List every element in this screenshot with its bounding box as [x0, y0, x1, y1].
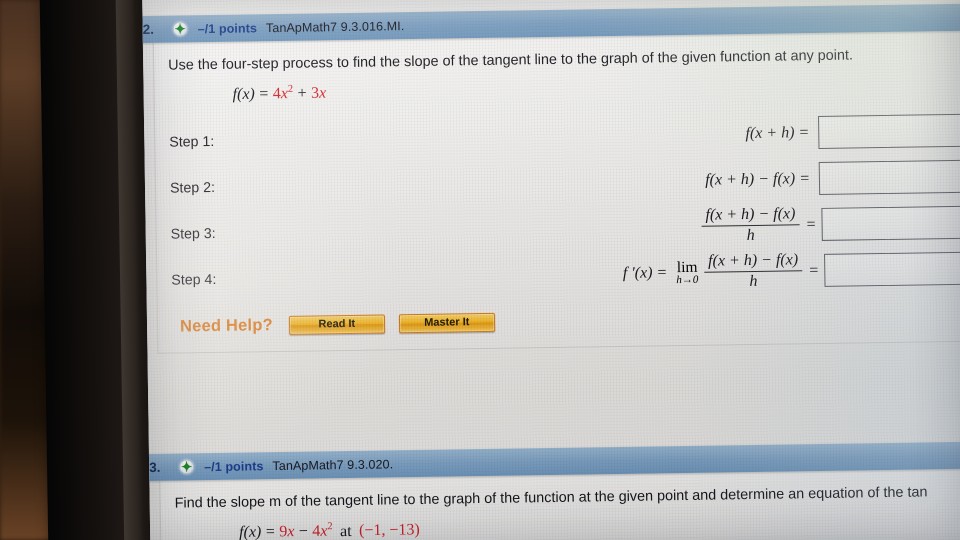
points-label-3: –/1 points	[204, 458, 264, 474]
four-step-process: Step 1: f(x + h) = Step 2: f(x + h) − f(…	[155, 107, 960, 303]
answer-input-step-4[interactable]	[824, 251, 960, 288]
variable-2: x	[318, 84, 327, 103]
equals-sign-4: =	[809, 261, 819, 279]
limit-subscript: h→0	[676, 273, 699, 287]
plus-circle-icon[interactable]: ✦	[172, 20, 188, 38]
monitor-screen: 2. ✦ –/1 points TanApMath7 9.3.016.MI. U…	[142, 0, 960, 540]
master-it-button[interactable]: Master It	[398, 312, 495, 333]
step-expression-2: f(x + h) − f(x) =	[256, 159, 960, 204]
photograph-of-monitor: 2. ✦ –/1 points TanApMath7 9.3.016.MI. U…	[0, 0, 960, 540]
step-expression-4: f '(x) = lim h→0 f(x + h) − f(x) h =	[257, 249, 960, 299]
exponent-1: 2	[287, 84, 294, 96]
derivative-notation: f '(x) =	[622, 263, 668, 282]
plus-glyph: ✦	[174, 20, 186, 38]
fraction-numerator-3: f(x + h) − f(x)	[705, 205, 796, 224]
answer-input-step-2[interactable]	[818, 159, 960, 196]
answer-input-step-3[interactable]	[821, 205, 960, 242]
step-label-2: Step 2:	[169, 179, 216, 197]
step-label-1: Step 1:	[169, 133, 215, 151]
difference-quotient-3: f(x + h) − f(x) h	[701, 205, 800, 246]
question-number-2: 2.	[142, 21, 155, 37]
step-1-formula: f(x + h) =	[745, 123, 810, 142]
difference-quotient-4: f(x + h) − f(x) h	[704, 251, 803, 292]
equals-sign: =	[265, 523, 275, 540]
step-expression-3: f(x + h) − f(x) h =	[256, 203, 960, 253]
question-block-2: 2. ✦ –/1 points TanApMath7 9.3.016.MI. U…	[142, 3, 960, 354]
step-2-formula: f(x + h) − f(x) =	[705, 169, 811, 189]
question-body-3: Find the slope m of the tangent line to …	[159, 468, 960, 540]
limit-operator: lim h→0	[676, 259, 698, 286]
equals-sign-3: =	[806, 215, 816, 233]
operator-minus: −	[298, 523, 308, 540]
at-word: at	[339, 522, 352, 540]
webassign-page: 2. ✦ –/1 points TanApMath7 9.3.016.MI. U…	[142, 0, 960, 540]
function-lhs: f(x)	[238, 523, 262, 540]
read-it-button[interactable]: Read It	[288, 314, 385, 335]
answer-input-step-1[interactable]	[818, 113, 960, 150]
step-expression-1: f(x + h) =	[255, 113, 960, 158]
question-code-2: TanApMath7 9.3.016.MI.	[265, 18, 405, 35]
given-point: (−1, −13)	[358, 521, 420, 540]
plus-circle-icon[interactable]: ✦	[179, 458, 195, 476]
exponent-2: 2	[327, 521, 333, 533]
operator-plus: +	[297, 85, 307, 103]
need-help-label: Need Help?	[179, 315, 273, 336]
question-code-3: TanApMath7 9.3.020.	[272, 456, 394, 473]
variable-1: x	[287, 523, 295, 540]
step-label-4: Step 4:	[171, 271, 217, 289]
step-label-3: Step 3:	[170, 225, 216, 243]
fraction-denominator-3: h	[701, 224, 800, 246]
points-label-2: –/1 points	[197, 20, 258, 36]
question-block-3: 3. ✦ –/1 points TanApMath7 9.3.020. Find…	[142, 441, 960, 540]
fraction-denominator-4: h	[704, 270, 803, 292]
question-number-3: 3.	[149, 459, 161, 475]
function-lhs: f(x)	[232, 85, 255, 104]
plus-glyph: ✦	[180, 458, 193, 476]
question-body-2: Use the four-step process to find the sl…	[152, 30, 960, 354]
fraction-numerator-4: f(x + h) − f(x)	[707, 251, 799, 270]
equals-sign: =	[259, 85, 269, 103]
